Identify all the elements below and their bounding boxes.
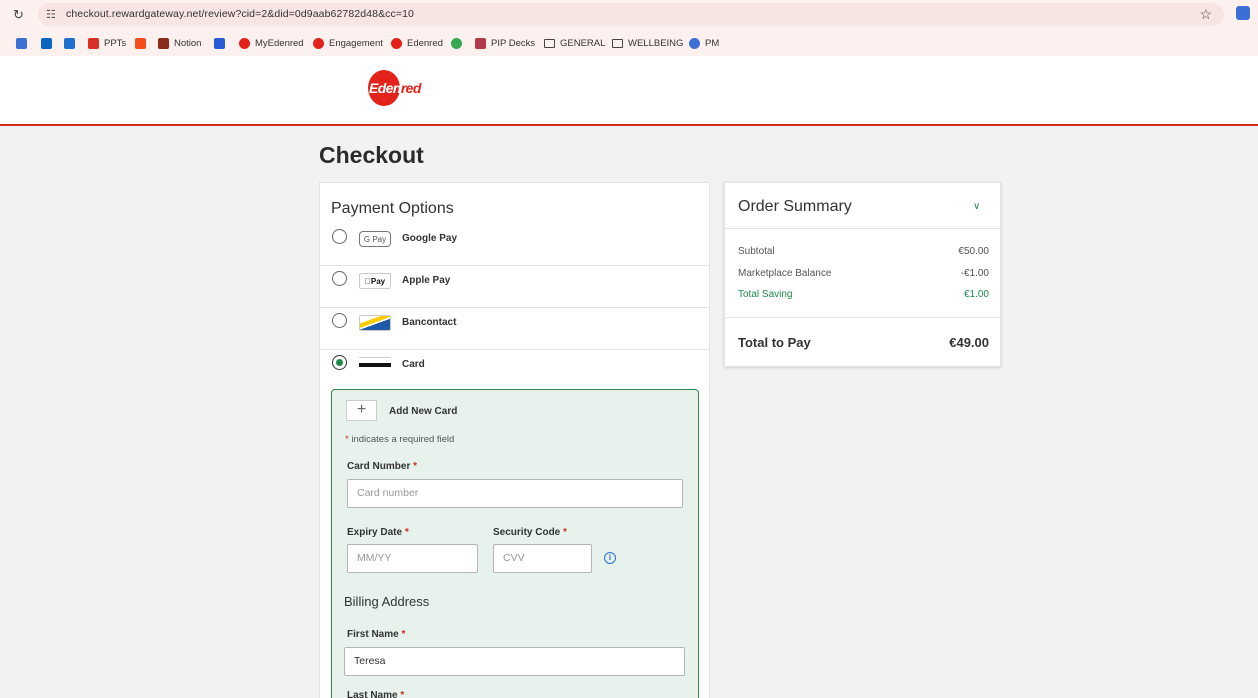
billing-address-heading: Billing Address [344, 594, 430, 609]
bookmark-favicon-icon [88, 37, 99, 49]
radio-apple-pay[interactable] [332, 271, 347, 286]
security-code-input[interactable]: CVV [493, 544, 592, 573]
edenred-favicon-icon [313, 37, 324, 49]
option-label: Apple Pay [402, 275, 451, 286]
option-label: Bancontact [402, 317, 457, 328]
radio-card[interactable] [332, 355, 347, 370]
q-icon[interactable] [451, 36, 467, 50]
outlook-icon[interactable] [64, 36, 80, 50]
google-pay-icon: G Pay [359, 231, 391, 247]
payment-option-apple-pay[interactable]: Pay Apple Pay [320, 266, 709, 308]
figma-icon[interactable] [135, 36, 151, 50]
bookmark-star-icon[interactable]: ☆ [1199, 6, 1212, 23]
payment-option-google-pay[interactable]: G Pay Google Pay [320, 224, 709, 266]
bookmark-myedenred[interactable]: MyEdenred [239, 36, 304, 50]
apple-pay-icon: Pay [359, 273, 391, 289]
edenred-favicon-icon [239, 37, 250, 49]
folder-icon [544, 38, 555, 48]
browser-toolbar: ↻ ☷ checkout.rewardgateway.net/review?ci… [0, 0, 1258, 30]
option-label: Google Pay [402, 233, 458, 244]
logo-text: Edenred [369, 80, 421, 96]
atlassian-icon[interactable] [214, 36, 230, 50]
expiry-date-label: Expiry Date * [347, 527, 409, 538]
address-bar[interactable]: ☷ checkout.rewardgateway.net/review?cid=… [38, 3, 1224, 26]
folder-icon [612, 38, 623, 48]
bookmark-pm[interactable]: PM [689, 36, 719, 50]
security-code-label: Security Code * [493, 527, 567, 538]
order-summary-panel: Order Summary ∨ Subtotal €50.00 Marketpla… [724, 182, 1001, 367]
expiry-date-input[interactable]: MM/YY [347, 544, 478, 573]
add-card-button[interactable]: + [346, 400, 377, 421]
bookmark-ppts[interactable]: PPTs [88, 36, 126, 50]
bookmark-engagement[interactable]: Engagement [313, 36, 383, 50]
extension-icon[interactable] [1236, 6, 1250, 20]
required-field-note: * indicates a required field [345, 434, 455, 445]
last-name-label: Last Name * [347, 690, 405, 698]
info-icon[interactable]: i [604, 552, 616, 564]
url-text: checkout.rewardgateway.net/review?cid=2&… [66, 8, 414, 20]
payment-option-card[interactable]: Card [320, 350, 709, 390]
bookmark-notion[interactable]: Notion [158, 36, 201, 50]
bookmark-edenred[interactable]: Edenred [391, 36, 443, 50]
bookmark-wellbeing[interactable]: WELLBEING [612, 36, 683, 50]
reload-icon[interactable]: ↻ [13, 7, 24, 23]
card-icon [359, 357, 391, 373]
first-name-label: First Name * [347, 629, 406, 640]
chevron-down-icon[interactable]: ∨ [973, 201, 980, 212]
bookmark-general[interactable]: GENERAL [544, 36, 605, 50]
plus-icon: + [356, 401, 367, 418]
linkedin-icon[interactable] [41, 36, 57, 50]
pip-favicon-icon [475, 37, 486, 49]
radio-google-pay[interactable] [332, 229, 347, 244]
site-header: Edenred [0, 56, 1258, 126]
divider [725, 317, 1000, 318]
edenred-favicon-icon [391, 37, 402, 49]
add-new-card-label[interactable]: Add New Card [389, 406, 457, 417]
first-name-input[interactable]: Teresa [344, 647, 685, 676]
payment-options-heading: Payment Options [331, 200, 454, 217]
summary-row-marketplace-balance: Marketplace Balance -€1.00 [738, 268, 989, 279]
bookmark-icon[interactable] [16, 36, 32, 50]
card-number-input[interactable]: Card number [347, 479, 683, 508]
card-form: + Add New Card * indicates a required fi… [331, 389, 699, 698]
total-to-pay: Total to Pay €49.00 [738, 335, 989, 350]
payment-option-bancontact[interactable]: Bancontact [320, 308, 709, 350]
radio-bancontact[interactable] [332, 313, 347, 328]
briefcase-icon [158, 37, 169, 49]
page-title: Checkout [319, 142, 424, 168]
bookmark-pip-decks[interactable]: PIP Decks [475, 36, 535, 50]
edenred-logo[interactable]: Edenred [368, 70, 428, 106]
bookmarks-bar: PPTs Notion MyEdenred Engagement Edenred… [0, 30, 1258, 56]
card-number-label: Card Number * [347, 461, 418, 472]
order-summary-title: Order Summary [738, 198, 852, 215]
divider [725, 228, 1000, 229]
summary-row-subtotal: Subtotal €50.00 [738, 246, 989, 257]
summary-row-total-saving: Total Saving €1.00 [738, 289, 989, 300]
bancontact-icon [359, 315, 391, 331]
site-info-icon[interactable]: ☷ [46, 8, 56, 21]
option-label: Card [402, 359, 425, 370]
payment-options-panel: Payment Options G Pay Google Pay Pay Ap… [319, 182, 710, 698]
pm-favicon-icon [689, 37, 700, 49]
